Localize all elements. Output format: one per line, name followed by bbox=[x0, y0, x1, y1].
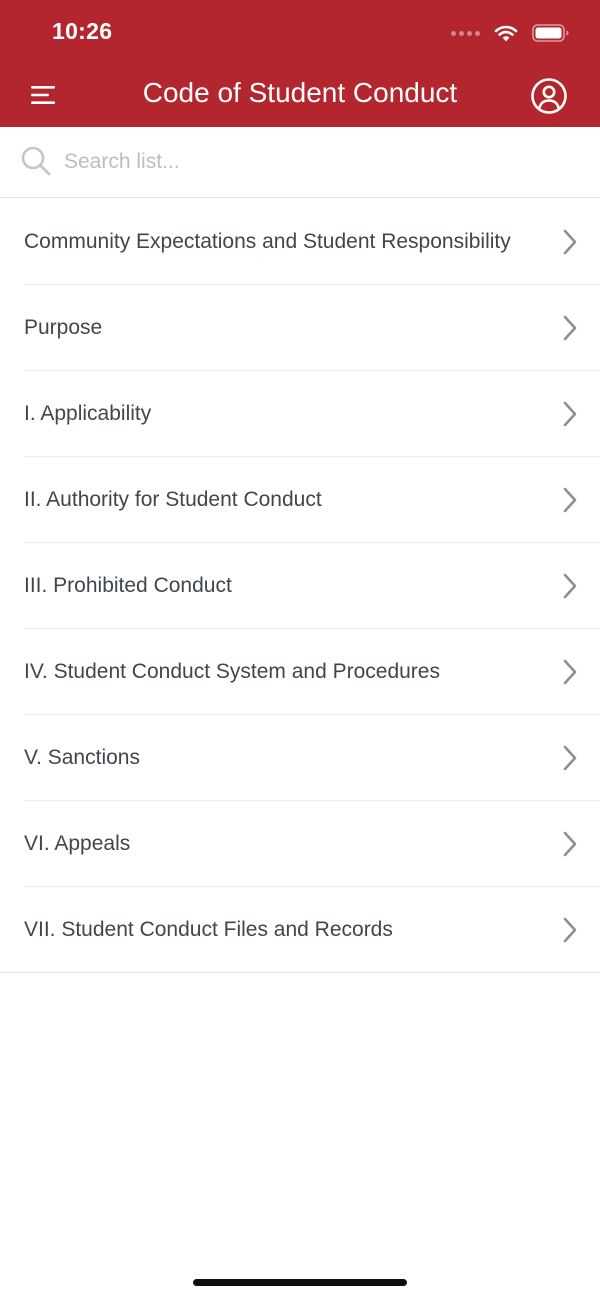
chevron-right-icon bbox=[563, 659, 577, 684]
list-item-label: Community Expectations and Student Respo… bbox=[24, 229, 511, 253]
status-bar-icons bbox=[451, 20, 570, 46]
user-circle-icon bbox=[531, 78, 567, 114]
list-item[interactable]: V. Sanctions bbox=[24, 715, 600, 801]
home-indicator[interactable] bbox=[193, 1279, 407, 1286]
list-item-label: V. Sanctions bbox=[24, 745, 140, 769]
hamburger-menu-icon bbox=[31, 86, 55, 104]
list-item[interactable]: I. Applicability bbox=[24, 371, 600, 457]
list-item-label: Purpose bbox=[24, 315, 103, 339]
list-item[interactable]: IV. Student Conduct System and Procedure… bbox=[24, 629, 600, 715]
list-item-label: VI. Appeals bbox=[24, 831, 131, 855]
chevron-right-icon bbox=[563, 401, 577, 426]
list-item-label: I. Applicability bbox=[24, 401, 152, 425]
status-bar-time: 10:26 bbox=[52, 18, 113, 44]
battery-icon bbox=[532, 24, 569, 42]
chevron-right-icon bbox=[563, 917, 577, 942]
list-item-label: IV. Student Conduct System and Procedure… bbox=[24, 659, 440, 683]
chevron-right-icon bbox=[563, 573, 577, 598]
chevron-right-icon bbox=[563, 229, 577, 254]
list-item-label: III. Prohibited Conduct bbox=[24, 573, 232, 597]
search-input[interactable] bbox=[64, 144, 564, 180]
cellular-signal-icon bbox=[451, 30, 480, 36]
list-item[interactable]: VI. Appeals bbox=[24, 801, 600, 887]
section-list: Community Expectations and Student Respo… bbox=[0, 199, 600, 973]
list-item[interactable]: Community Expectations and Student Respo… bbox=[24, 199, 600, 285]
list-item[interactable]: VII. Student Conduct Files and Records bbox=[0, 887, 600, 973]
chevron-right-icon bbox=[563, 745, 577, 770]
menu-button[interactable] bbox=[28, 80, 58, 110]
list-item-label: II. Authority for Student Conduct bbox=[24, 487, 322, 511]
list-item-label: VII. Student Conduct Files and Records bbox=[24, 917, 393, 941]
account-button[interactable] bbox=[530, 77, 568, 115]
app-header: 10:26 Code of Student Conduct bbox=[0, 0, 600, 127]
chevron-right-icon bbox=[563, 831, 577, 856]
search-bar bbox=[0, 127, 600, 198]
list-item[interactable]: Purpose bbox=[24, 285, 600, 371]
wifi-icon bbox=[494, 25, 518, 42]
search-icon bbox=[21, 146, 51, 176]
chevron-right-icon bbox=[563, 315, 577, 340]
list-item[interactable]: II. Authority for Student Conduct bbox=[24, 457, 600, 543]
page-title: Code of Student Conduct bbox=[142, 77, 458, 108]
list-item[interactable]: III. Prohibited Conduct bbox=[24, 543, 600, 629]
chevron-right-icon bbox=[563, 487, 577, 512]
